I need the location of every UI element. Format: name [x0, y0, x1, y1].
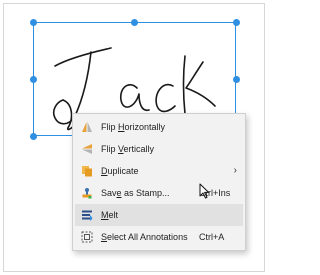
duplicate-icon: [75, 165, 99, 177]
menu-item-melt[interactable]: Melt: [75, 204, 243, 226]
resize-handle-top-left[interactable]: [29, 18, 37, 26]
flip-horizontal-icon: [75, 121, 99, 133]
annotation-context-menu: Flip Horizontally Flip Vertically Duplic…: [72, 113, 246, 251]
resize-handle-top-right[interactable]: [232, 18, 240, 26]
menu-item-flip-horizontally[interactable]: Flip Horizontally: [75, 116, 243, 138]
resize-handle-middle-left[interactable]: [29, 75, 37, 83]
select-all-icon: [75, 231, 99, 243]
resize-handle-bottom-left[interactable]: [29, 132, 37, 140]
resize-handle-middle-right[interactable]: [232, 75, 240, 83]
melt-icon: [75, 209, 99, 221]
menu-item-duplicate[interactable]: Duplicate ›: [75, 160, 243, 182]
resize-handle-top-center[interactable]: [131, 18, 138, 26]
menu-item-select-all-annotations[interactable]: Select All Annotations Ctrl+A: [75, 226, 243, 248]
submenu-arrow-icon: ›: [233, 165, 237, 176]
menu-item-save-as-stamp[interactable]: Save as Stamp... Ctrl+Ins: [75, 182, 243, 204]
menu-item-flip-vertically[interactable]: Flip Vertically: [75, 138, 243, 160]
flip-vertical-icon: [75, 143, 99, 155]
mouse-cursor-icon: [199, 183, 210, 199]
stamp-icon: [75, 187, 99, 199]
